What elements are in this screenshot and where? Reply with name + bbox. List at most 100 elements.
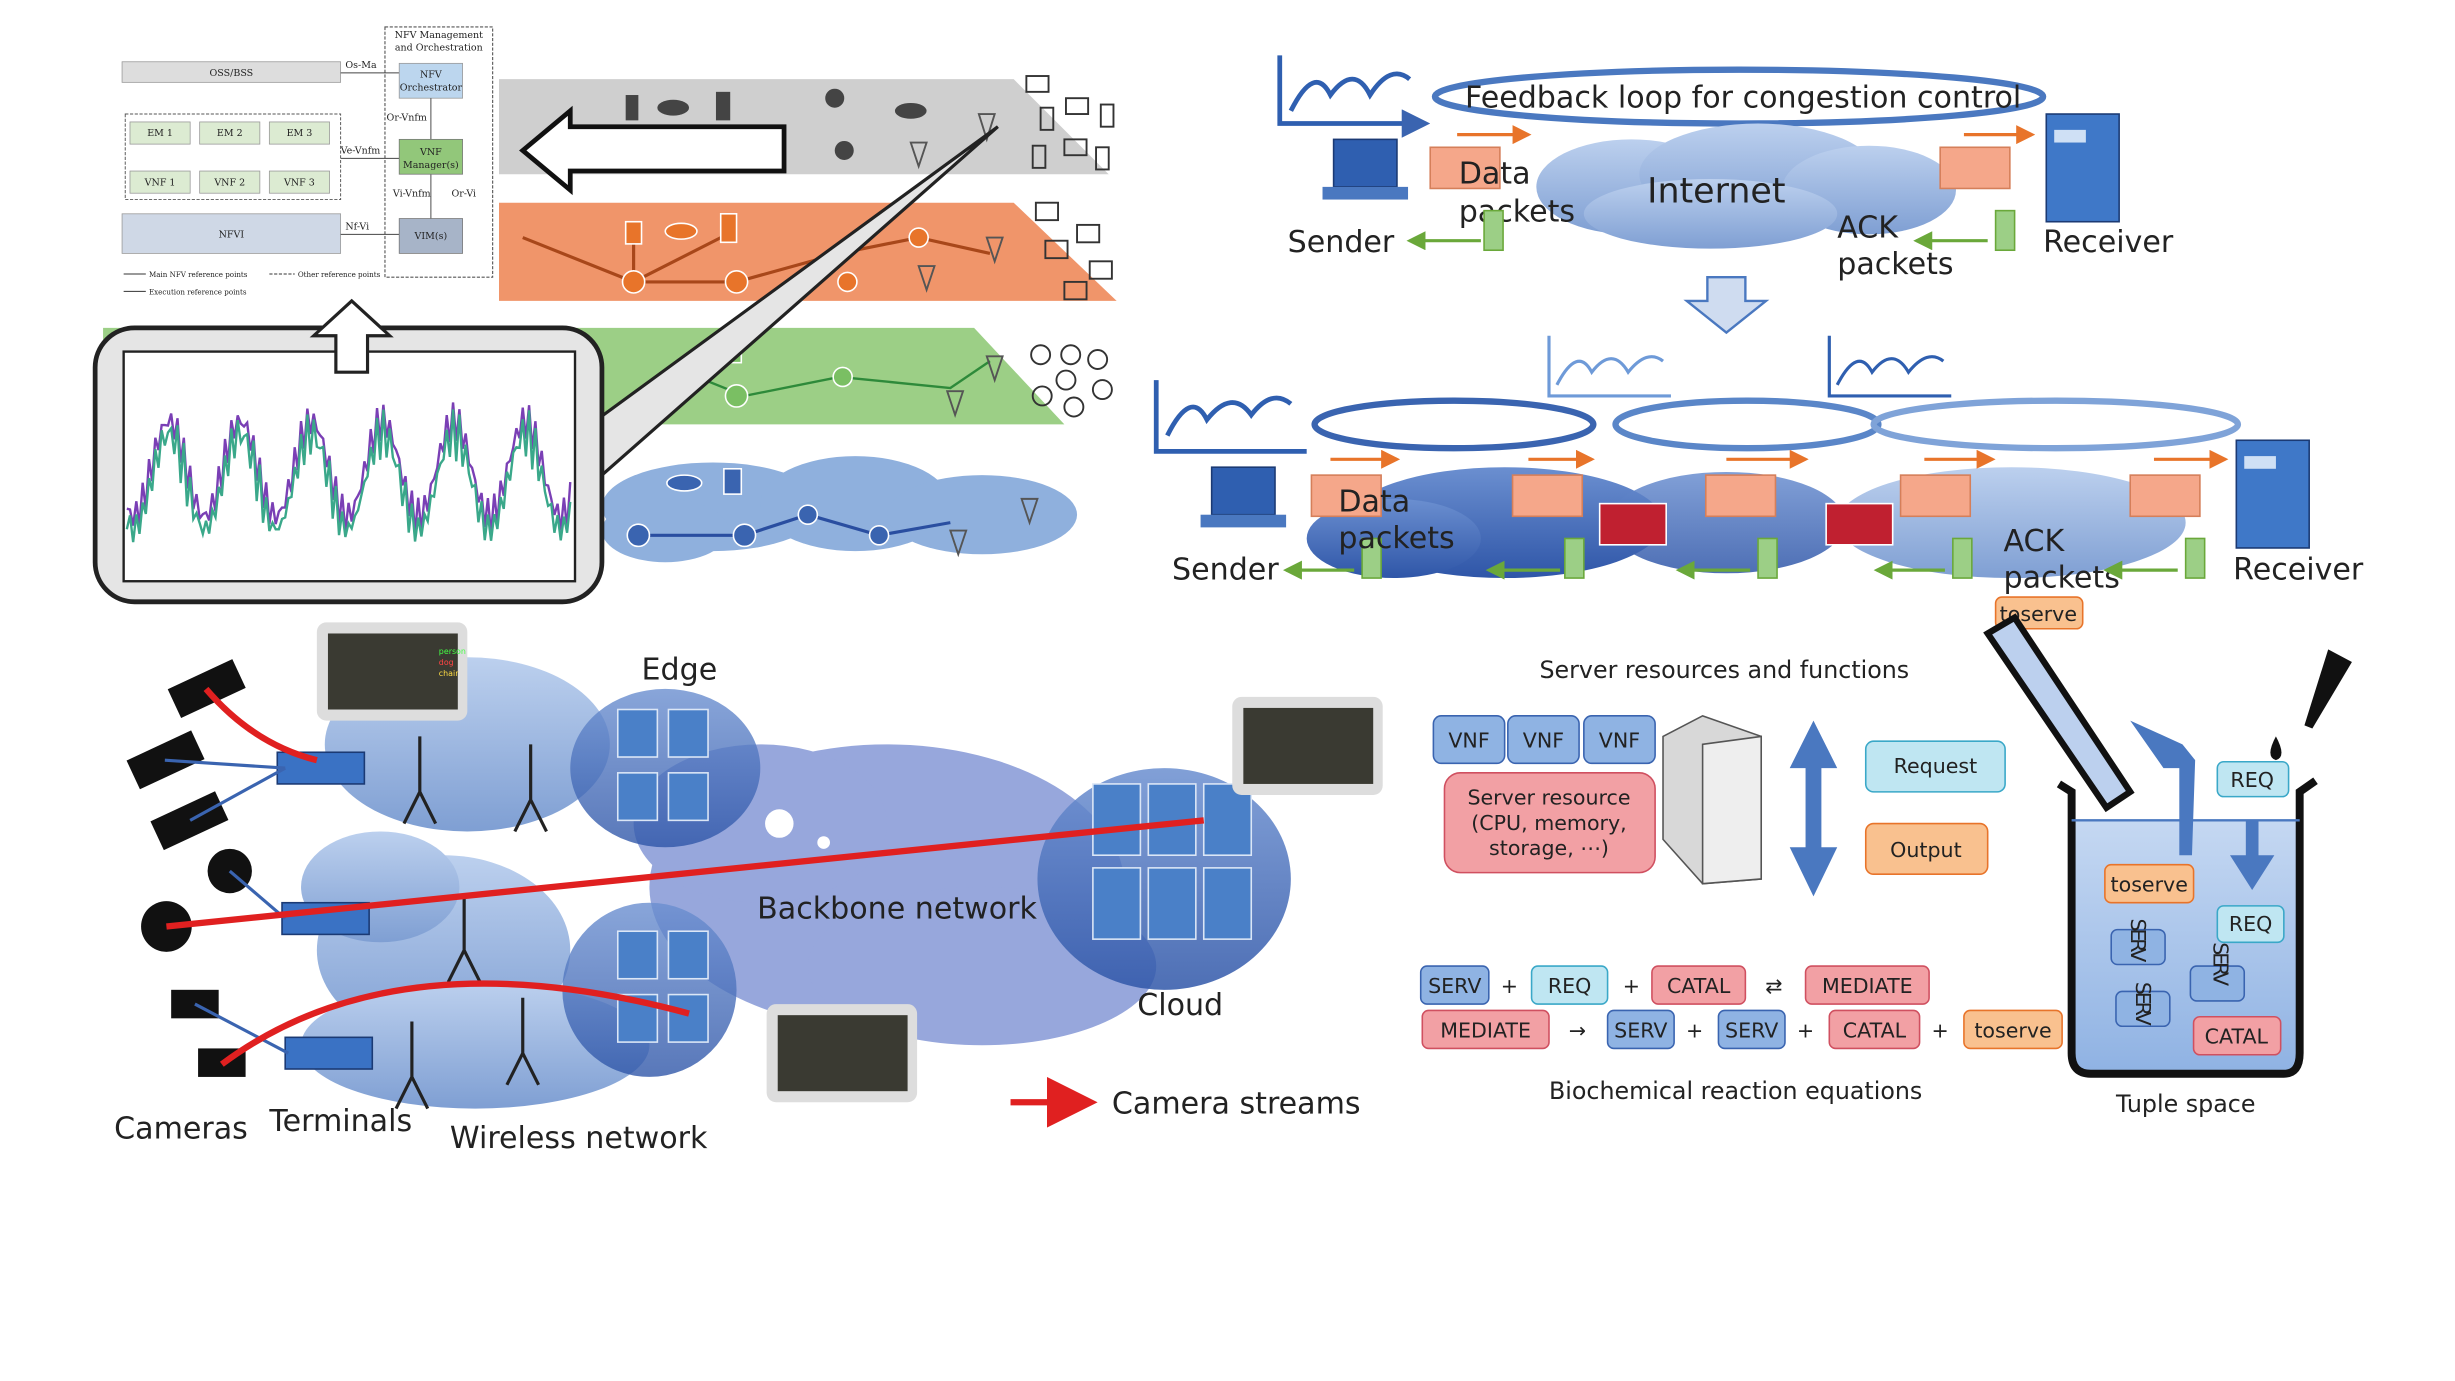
em-3-label: EM 3 [287,128,313,139]
congestion-distributed: Sender Receiver Data packets ACK packets… [1153,335,2364,630]
ack-packets-label-1: ACK [2004,524,2066,559]
output-label: Output [1890,838,1961,862]
camera-network: person dog chair Edge Backbone network C… [114,622,1383,1156]
vnf-3-label: VNF 3 [283,177,315,188]
beaker-catal-label: CATAL [2205,1025,2269,1049]
molecule-label: MEDIATE [1440,1018,1531,1042]
operator: ⇄ [1765,974,1782,998]
wireless-label: Wireless network [450,1121,708,1156]
detection-label: person [439,647,466,656]
molecule-label: SERV [1725,1018,1778,1042]
molecule-label: CATAL [1843,1018,1907,1042]
beaker-serv-label: SERV [2126,919,2150,963]
legend-exec: Execution reference points [149,288,247,297]
sender-laptop-icon-2 [1200,466,1287,528]
detection-label: dog [439,658,454,667]
mano-title-1: NFV Management [395,30,483,41]
receiver-server-icon [2045,113,2120,223]
cloud-label: Cloud [1137,988,1223,1023]
dropper-icon [2270,649,2352,761]
ack-packets-label-1: ACK [1837,211,1899,246]
reaction-equation-1: SERV + REQ + CATAL ⇄ MEDIATE [1419,965,1930,1005]
ve-vnfm-label: Ve-Vnfm [340,146,381,157]
beaker-toserve-label: toserve [2111,873,2188,897]
nfv-architecture-diagram: NFV Management and Orchestration OSS/BSS… [110,23,499,306]
server-resource-label-2: (CPU, memory, [1471,811,1626,835]
chemical-model: Server resources and functions VNF VNF VNF… [1419,613,2352,1118]
em-1-label: EM 1 [147,128,173,139]
beaker-serv-label: SERV [2208,942,2232,986]
beaker-req-top-label: REQ [2230,768,2274,792]
internet-label: Internet [1647,172,1785,212]
vnf-label: VNF [1448,729,1489,753]
receiver-server-icon-2 [2235,439,2310,549]
server-resource-label-3: storage, ⋯) [1489,836,1609,860]
vnf-manager-label-2: Manager(s) [403,160,459,171]
molecule-label: CATAL [1667,974,1731,998]
sender-label-2: Sender [1172,553,1279,588]
diagram-canvas: NFV Management and Orchestration OSS/BSS… [92,23,2364,1156]
ack-packets-label-2: packets [1837,247,1953,282]
operator: → [1569,1018,1586,1042]
operator: + [1686,1018,1703,1042]
ack-packets-label-2: packets [2004,561,2120,596]
throughput-graph-icons [1153,335,1952,454]
congestion-top: Feedback loop for congestion control Int… [1277,55,2174,335]
oss-bss-label: OSS/BSS [210,68,254,79]
double-arrow [1789,720,1838,897]
server-title: Server resources and functions [1539,656,1909,684]
vnf-manager-label-1: VNF [419,147,442,158]
molecule-label: toserve [1974,1018,2051,1042]
molecule-label: MEDIATE [1822,974,1913,998]
molecule-label: SERV [1614,1018,1667,1042]
em-2-label: EM 2 [217,128,243,139]
orchestrator-label-2: Orchestrator [400,82,463,93]
or-vnfm-label: Or-Vnfm [387,112,427,123]
down-arrow [1683,275,1770,335]
nf-vi-label: Nf-Vi [345,222,369,233]
data-packets-label-1: Data [1338,485,1410,520]
data-packets-label-1: Data [1459,157,1531,192]
vim-label: VIM(s) [414,231,448,242]
vnf-2-label: VNF 2 [213,177,245,188]
operator: + [1623,974,1640,998]
beaker-req-label: REQ [2229,912,2273,936]
ack-packet [1994,209,2016,252]
server-tower-icon [1662,714,1763,885]
operator: + [1501,974,1518,998]
camera-icons [126,659,252,1077]
throughput-graph-icon [1277,55,1431,138]
molecule-label: REQ [1548,974,1592,998]
cameras-label: Cameras [114,1112,248,1147]
sender-label: Sender [1288,225,1395,260]
equations-title: Biochemical reaction equations [1549,1077,1922,1105]
mano-title-2: and Orchestration [395,43,483,54]
orchestrator-label-1: NFV [420,70,442,81]
nfvi-label: NFVI [219,230,245,241]
tuple-space-label: Tuple space [2115,1090,2255,1118]
or-vi-label: Or-Vi [451,188,476,199]
vnf-label: VNF [1599,729,1640,753]
feedback-loop-label: Feedback loop for congestion control [1465,81,2021,116]
legend-main: Main NFV reference points [149,270,248,279]
backbone-label: Backbone network [757,892,1037,927]
layer-blue-cloud [601,456,1078,563]
data-packets-label-2: packets [1459,195,1575,230]
server-resource-label-1: Server resource [1467,786,1630,810]
vnf-1-label: VNF 1 [144,177,176,188]
feedback-rings [1311,397,2242,452]
beaker-serv-label: SERV [2131,982,2155,1026]
request-label: Request [1894,754,1978,778]
ack-packet [1483,209,1504,252]
receiver-label-2: Receiver [2233,553,2364,588]
camera-streams-legend-label: Camera streams [1112,1086,1361,1121]
reaction-equation-2: MEDIATE → SERV + SERV + CATAL + toserve [1421,1009,2063,1050]
vnf-label: VNF [1523,729,1564,753]
molecule-label: SERV [1428,974,1481,998]
operator: + [1797,1018,1814,1042]
os-ma-label: Os-Ma [345,60,377,71]
detection-label: chair [439,669,459,678]
test-tube-icon [1983,613,2135,813]
legend-other: Other reference points [298,270,381,279]
vi-vnfm-label: Vi-Vnfm [392,188,431,199]
